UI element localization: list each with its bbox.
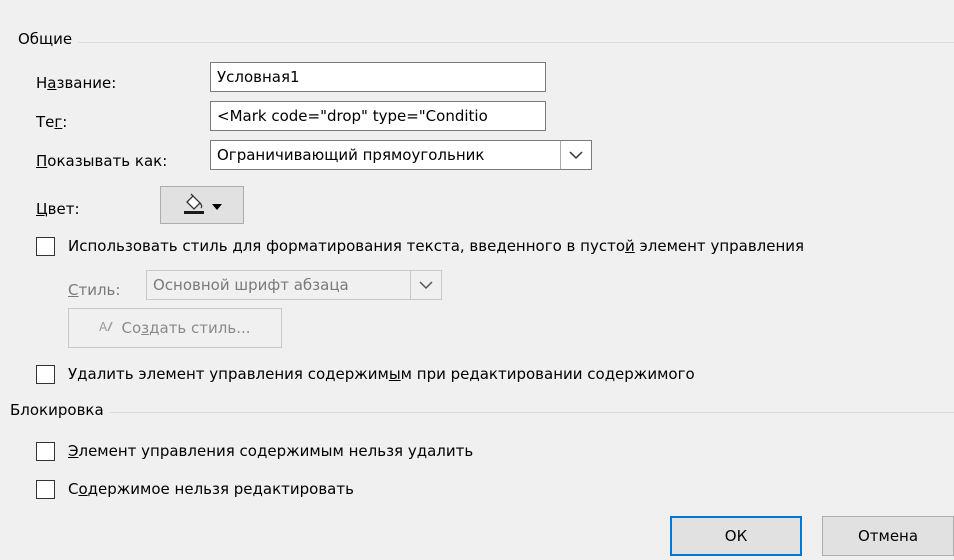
- color-label: Цвет:: [36, 200, 80, 218]
- tag-input[interactable]: <Mark code="drop" type="Conditio: [210, 101, 546, 131]
- new-style-icon: A: [99, 319, 117, 337]
- svg-text:A: A: [99, 320, 108, 333]
- cannot-delete-checkbox-label: Элемент управления содержимым нельзя уда…: [68, 442, 474, 460]
- style-label: Стиль:: [68, 281, 121, 299]
- tag-label: Тег:: [36, 113, 68, 131]
- remove-control-checkbox[interactable]: [36, 365, 55, 384]
- cannot-delete-checkbox[interactable]: [36, 442, 55, 461]
- style-select[interactable]: Основной шрифт абзаца: [146, 270, 442, 300]
- ok-button[interactable]: ОК: [670, 516, 802, 556]
- general-group-title: Общие: [18, 30, 79, 48]
- cannot-edit-checkbox[interactable]: [36, 480, 55, 499]
- locking-group-title: Блокировка: [10, 401, 110, 419]
- name-label: Название:: [36, 74, 117, 92]
- show-as-value: Ограничивающий прямоугольник: [217, 146, 485, 164]
- general-group-line: [18, 42, 954, 43]
- chevron-down-icon[interactable]: [410, 271, 441, 299]
- show-as-select[interactable]: Ограничивающий прямоугольник: [210, 140, 592, 170]
- create-style-label: Создать стиль...: [121, 319, 251, 337]
- color-picker-button[interactable]: [160, 186, 244, 224]
- create-style-button[interactable]: A Создать стиль...: [68, 308, 282, 348]
- style-value: Основной шрифт абзаца: [153, 276, 349, 294]
- remove-control-checkbox-label: Удалить элемент управления содержимым пр…: [68, 365, 695, 383]
- cannot-edit-checkbox-label: Содержимое нельзя редактировать: [68, 480, 354, 498]
- color-dropdown-arrow-icon: [212, 196, 222, 214]
- cancel-button[interactable]: Отмена: [822, 516, 954, 556]
- paint-bucket-icon: [182, 191, 206, 219]
- use-style-checkbox[interactable]: [36, 237, 55, 256]
- show-as-label: Показывать как:: [36, 152, 168, 170]
- locking-group-line: [10, 412, 954, 413]
- chevron-down-icon[interactable]: [560, 141, 591, 169]
- name-input[interactable]: Условная1: [210, 62, 546, 92]
- use-style-checkbox-label: Использовать стиль для форматирования те…: [68, 237, 805, 255]
